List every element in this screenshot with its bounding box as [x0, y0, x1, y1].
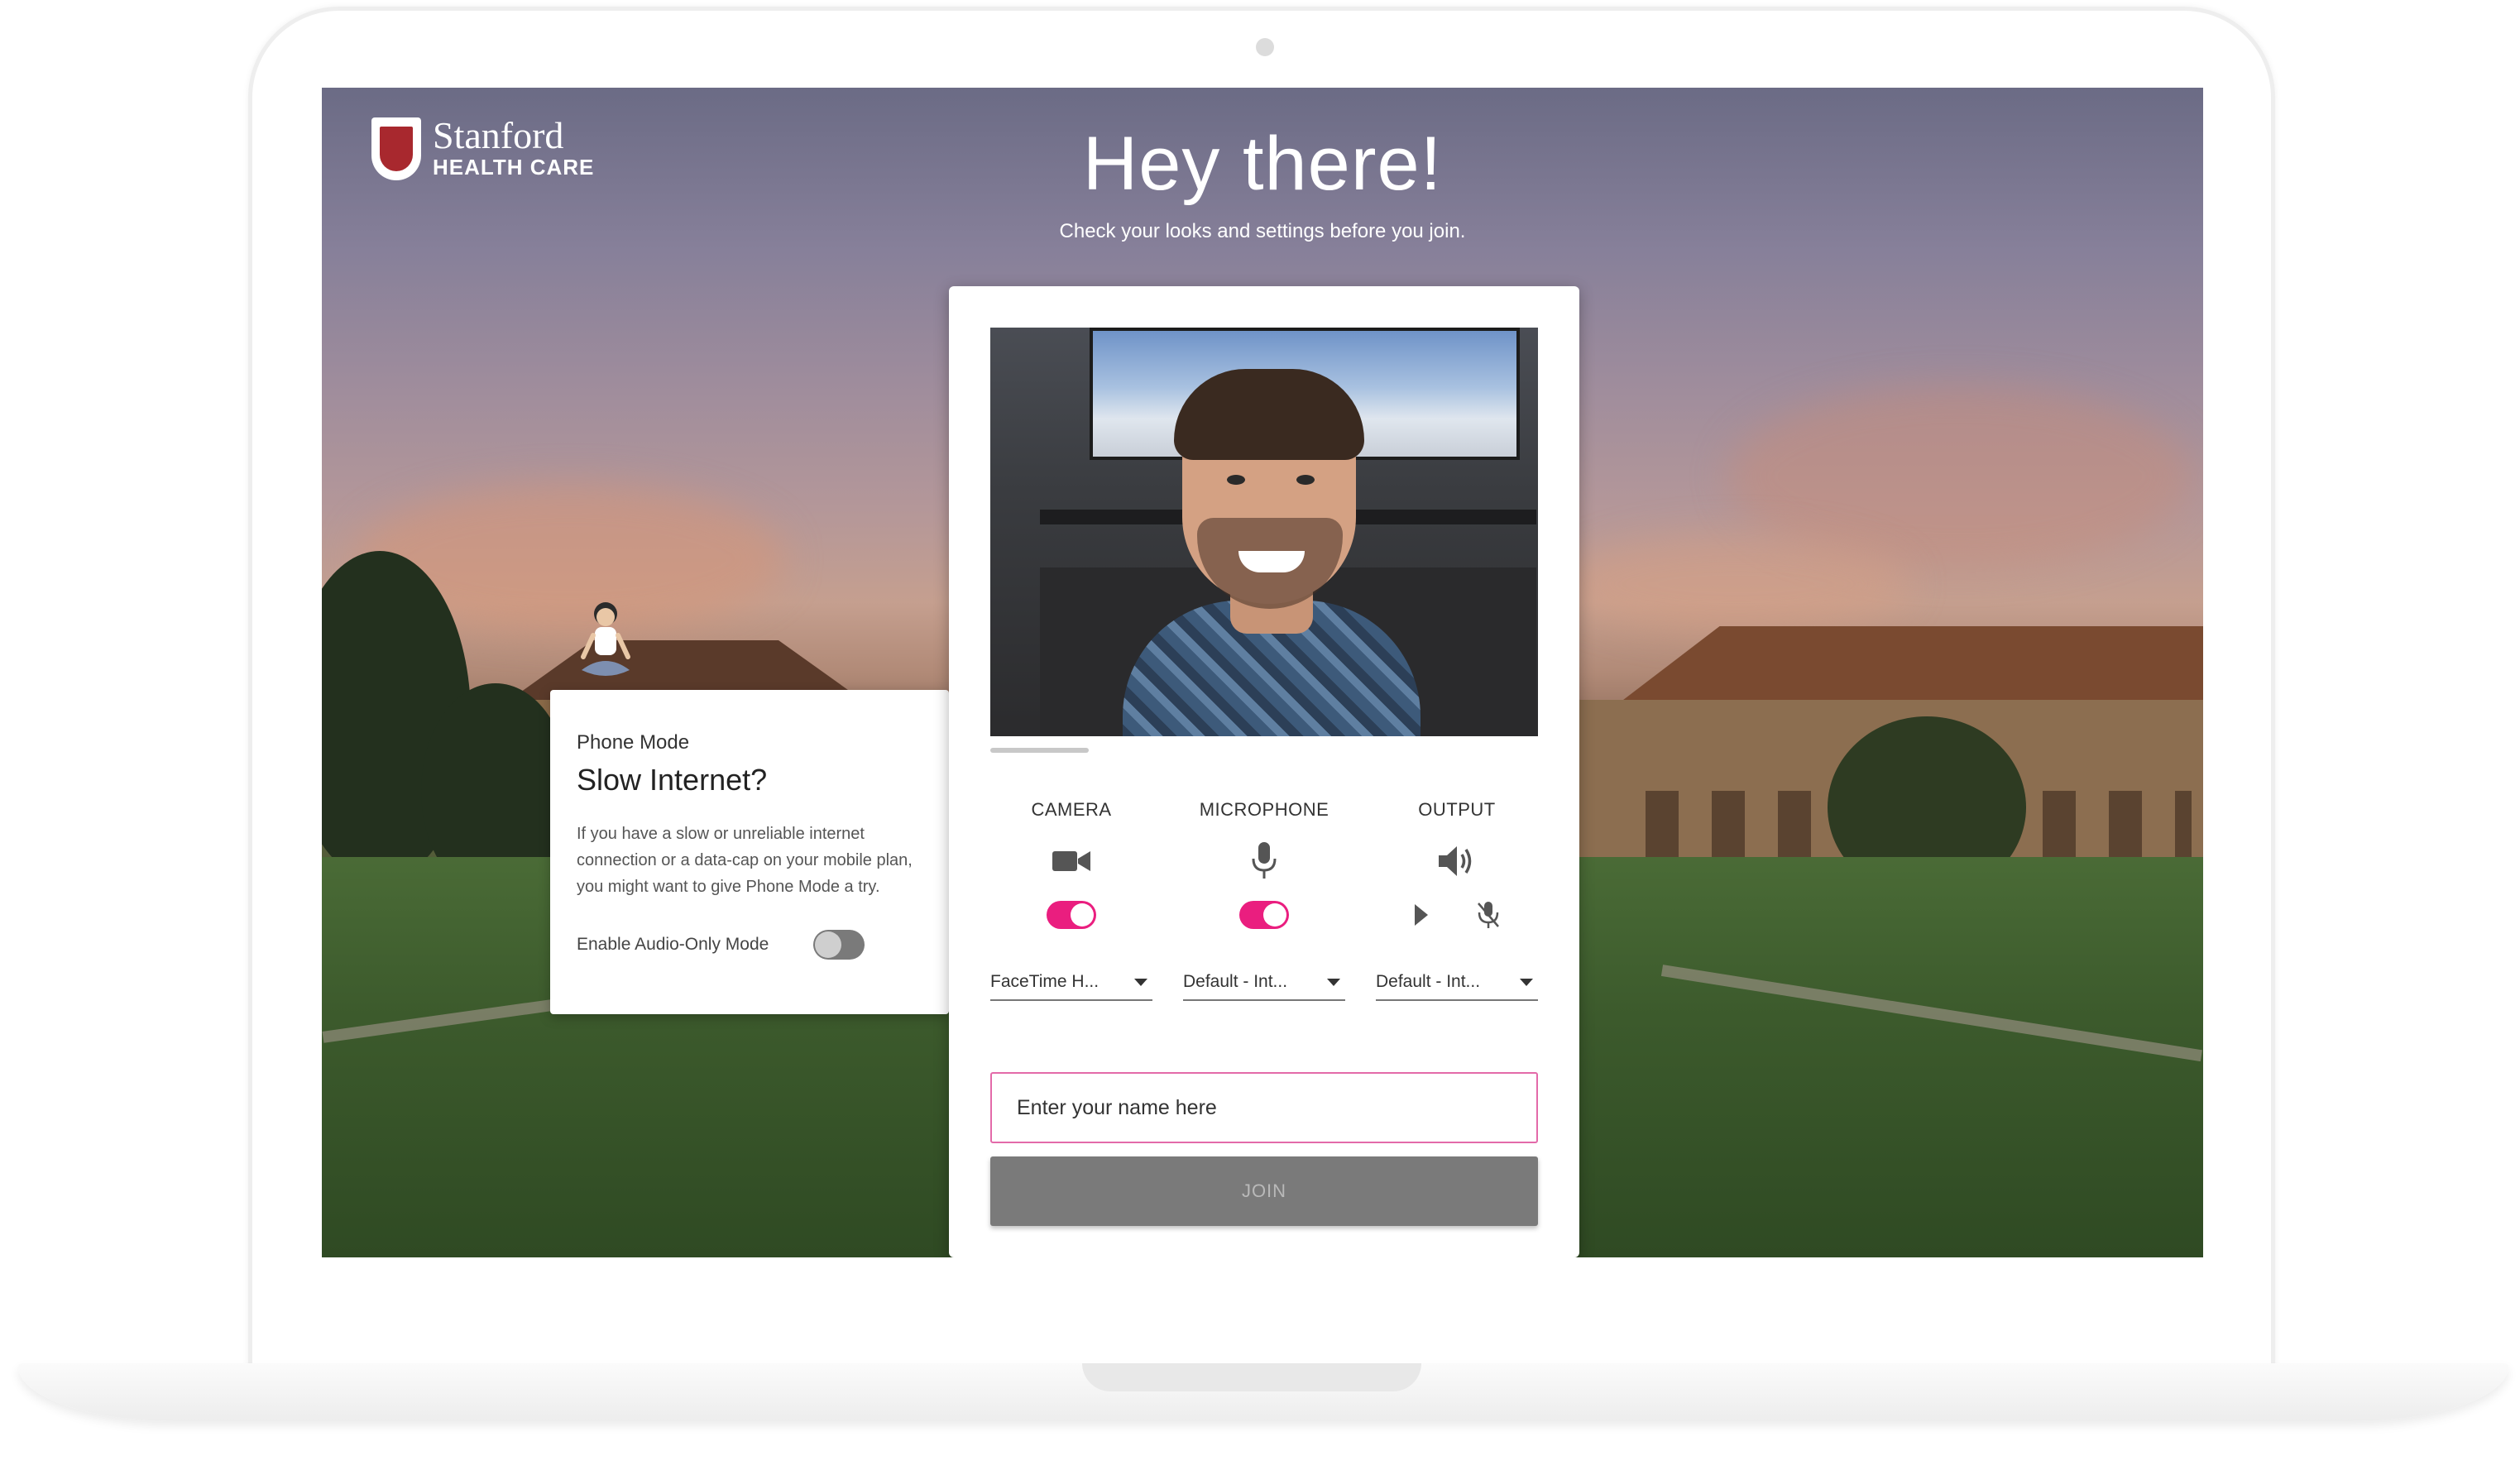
device-settings: CAMERA FaceTime H... MICROPHONE Default …: [990, 799, 1538, 1001]
microphone-select-value: Default - Int...: [1183, 972, 1288, 991]
output-select[interactable]: Default - Int...: [1376, 965, 1538, 1001]
chevron-down-icon: [1327, 978, 1340, 986]
preview-progress-bar: [990, 748, 1538, 753]
name-input[interactable]: [990, 1072, 1538, 1143]
audio-only-row: Enable Audio-Only Mode: [577, 930, 922, 960]
preview-progress-fill: [990, 748, 1090, 753]
microphone-label: MICROPHONE: [1199, 799, 1329, 820]
app-screen: Stanford HEALTH CARE Hey there! Check yo…: [322, 88, 2203, 1257]
microphone-icon: [1252, 832, 1277, 890]
output-label: OUTPUT: [1418, 799, 1496, 820]
microphone-toggle[interactable]: [1239, 901, 1289, 929]
page-title: Hey there!: [1082, 122, 1443, 206]
chevron-down-icon: [1520, 978, 1533, 986]
video-camera-icon: [1052, 832, 1090, 890]
join-card: CAMERA FaceTime H... MICROPHONE Default …: [949, 286, 1579, 1257]
microphone-settings: MICROPHONE Default - Int...: [1183, 799, 1345, 1001]
camera-preview: [990, 328, 1538, 736]
speaker-icon: [1437, 832, 1477, 890]
phone-mode-card: Phone Mode Slow Internet? If you have a …: [550, 690, 949, 1014]
meditation-illustration-icon: [581, 602, 630, 676]
play-test-sound-icon[interactable]: [1413, 903, 1430, 927]
camera-label: CAMERA: [1031, 799, 1112, 820]
camera-toggle[interactable]: [1047, 901, 1096, 929]
mute-output-icon[interactable]: [1476, 901, 1501, 929]
phone-mode-description: If you have a slow or unreliable interne…: [577, 825, 913, 896]
output-settings: OUTPUT Default - Int...: [1376, 799, 1538, 1001]
output-select-value: Default - Int...: [1376, 972, 1481, 991]
phone-mode-title: Slow Internet?: [577, 763, 768, 797]
camera-settings: CAMERA FaceTime H...: [990, 799, 1152, 1001]
phone-mode-label: Phone Mode: [577, 731, 690, 754]
page-subtitle: Check your looks and settings before you…: [1059, 220, 1466, 242]
laptop-webcam: [1256, 38, 1274, 56]
camera-select-value: FaceTime H...: [990, 972, 1100, 991]
join-button[interactable]: JOIN: [990, 1156, 1538, 1226]
audio-only-label: Enable Audio-Only Mode: [577, 935, 769, 954]
camera-select[interactable]: FaceTime H...: [990, 965, 1152, 1001]
microphone-select[interactable]: Default - Int...: [1183, 965, 1345, 1001]
audio-only-toggle[interactable]: [813, 930, 865, 960]
chevron-down-icon: [1134, 978, 1147, 986]
laptop-notch: [1082, 1363, 1421, 1391]
